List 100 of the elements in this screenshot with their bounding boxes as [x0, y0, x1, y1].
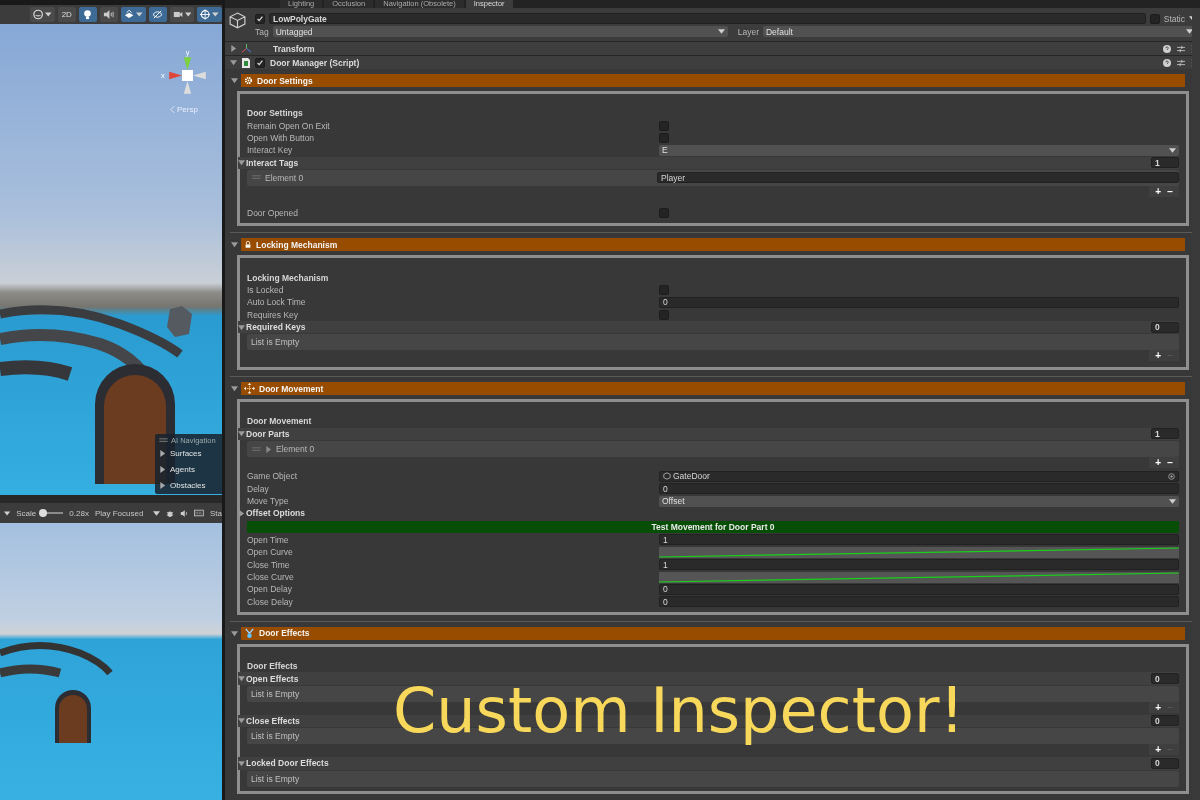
- checkbox[interactable]: [659, 208, 669, 219]
- checkbox[interactable]: [659, 120, 669, 131]
- foldout-triangle-icon[interactable]: [265, 445, 272, 453]
- dropdown[interactable]: E: [659, 144, 1179, 156]
- add-button[interactable]: +: [1155, 185, 1162, 197]
- stats-button[interactable]: Sta: [210, 508, 222, 518]
- scene-toolbar-button[interactable]: [169, 7, 195, 22]
- add-button[interactable]: +: [1155, 457, 1162, 469]
- speaker-icon[interactable]: [180, 508, 189, 518]
- overlay-item[interactable]: Surfaces: [170, 448, 202, 458]
- drag-handle-icon[interactable]: [252, 446, 261, 452]
- foldout-triangle-icon[interactable]: [231, 385, 238, 393]
- field-label: Close Curve: [247, 572, 295, 582]
- add-button[interactable]: +: [1155, 744, 1162, 756]
- presets-icon[interactable]: [1177, 58, 1185, 67]
- field-label: Open Curve: [247, 547, 294, 558]
- target-icon[interactable]: [1168, 472, 1175, 480]
- checkbox[interactable]: [659, 132, 669, 143]
- drag-handle-icon[interactable]: [252, 175, 261, 181]
- foldout-triangle-icon[interactable]: [238, 675, 245, 683]
- play-mode-dropdown[interactable]: Play Focused: [94, 508, 161, 518]
- foldout-triangle-icon[interactable]: [238, 759, 245, 767]
- list-label[interactable]: Door Parts: [246, 428, 290, 439]
- number-field[interactable]: 0: [659, 483, 1179, 495]
- section-header-bar[interactable]: Locking Mechanism: [241, 238, 1185, 252]
- scene-toolbar-button[interactable]: [99, 7, 118, 22]
- static-checkbox[interactable]: [1149, 13, 1160, 24]
- number-field[interactable]: 1: [659, 559, 1179, 571]
- count-field[interactable]: 0: [1151, 757, 1179, 769]
- count-field[interactable]: 0: [1151, 715, 1179, 727]
- add-button[interactable]: +: [1155, 350, 1162, 362]
- number-field[interactable]: 0: [659, 583, 1179, 595]
- scene-toolbar-button[interactable]: 2D: [57, 7, 76, 22]
- layers-icon: [123, 9, 134, 20]
- field-label: Delay: [247, 483, 270, 494]
- field-label: Open Delay: [247, 584, 293, 595]
- overlay-item[interactable]: Agents: [170, 464, 195, 474]
- foldout-triangle-icon[interactable]: [238, 509, 245, 517]
- remove-button[interactable]: −: [1167, 185, 1173, 197]
- object-name-field[interactable]: LowPolyGate: [269, 13, 1146, 24]
- scene-toolbar-button[interactable]: [197, 7, 222, 22]
- axis-label: x: [160, 71, 165, 81]
- foldout-label[interactable]: Offset Options: [246, 508, 306, 519]
- section-header-bar[interactable]: Door Movement: [241, 382, 1185, 396]
- axis-label: y: [185, 48, 190, 58]
- foldout-triangle-icon[interactable]: [238, 159, 245, 167]
- help-icon[interactable]: [1163, 58, 1171, 67]
- curve-field[interactable]: [659, 571, 1179, 583]
- gear-icon: [244, 76, 253, 85]
- foldout-triangle-icon[interactable]: [231, 241, 238, 249]
- tag-dropdown[interactable]: Untagged: [272, 26, 728, 37]
- enabled-checkbox[interactable]: [255, 57, 265, 68]
- scale-value: 0.28x: [69, 508, 89, 518]
- foldout-triangle-icon[interactable]: [238, 323, 245, 331]
- list-label[interactable]: Open Effects: [246, 673, 299, 684]
- list-label[interactable]: Close Effects: [246, 715, 300, 726]
- help-icon[interactable]: [1163, 44, 1171, 53]
- caret-icon: [717, 29, 725, 34]
- list-label[interactable]: Interact Tags: [246, 157, 299, 168]
- foldout-triangle-icon[interactable]: [231, 77, 238, 84]
- list-label[interactable]: Locked Door Effects: [246, 758, 329, 769]
- curve-field[interactable]: [659, 546, 1179, 558]
- scene-toolbar-button[interactable]: [148, 7, 167, 22]
- checkbox[interactable]: [659, 309, 669, 320]
- scene-toolbar-button[interactable]: [30, 7, 55, 22]
- keyboard-icon[interactable]: [194, 509, 204, 517]
- count-field[interactable]: 0: [1151, 673, 1179, 685]
- scene-toolbar-button[interactable]: [78, 7, 97, 22]
- tag-label: Tag: [255, 26, 269, 37]
- number-field[interactable]: 0: [659, 296, 1179, 308]
- camera-icon: [172, 9, 183, 20]
- section-header-bar[interactable]: Door Effects: [241, 627, 1185, 640]
- remove-button[interactable]: −: [1167, 457, 1173, 469]
- presets-icon[interactable]: [1177, 44, 1185, 53]
- count-field[interactable]: 0: [1151, 321, 1179, 333]
- section-header-bar[interactable]: Door Settings: [241, 74, 1185, 87]
- number-field[interactable]: 0: [659, 596, 1179, 608]
- sparkle-icon: [244, 628, 255, 639]
- add-button[interactable]: +: [1155, 701, 1162, 713]
- overlay-item[interactable]: Obstacles: [170, 480, 206, 490]
- script-file-icon: [242, 57, 250, 68]
- group-heading: Door Effects: [247, 660, 299, 673]
- test-movement-button[interactable]: Test Movement for Door Part 0: [247, 520, 1179, 533]
- object-field[interactable]: GateDoor: [659, 470, 1179, 482]
- foldout-triangle-icon[interactable]: [238, 430, 245, 438]
- caret-icon: [184, 12, 192, 17]
- number-field[interactable]: 1: [659, 534, 1179, 546]
- text-field[interactable]: Player: [657, 172, 1179, 184]
- active-checkbox[interactable]: [255, 13, 265, 24]
- foldout-triangle-icon[interactable]: [238, 717, 245, 725]
- count-field[interactable]: 1: [1151, 157, 1179, 169]
- scene-toolbar-button[interactable]: [120, 7, 146, 22]
- foldout-triangle-icon[interactable]: [231, 630, 238, 637]
- drag-handle-icon[interactable]: [159, 438, 168, 443]
- checkbox[interactable]: [659, 284, 669, 295]
- group-heading: Locking Mechanism: [247, 271, 330, 284]
- count-field[interactable]: 1: [1151, 428, 1179, 440]
- dropdown[interactable]: Offset: [659, 495, 1179, 507]
- slider-thumb[interactable]: [39, 509, 48, 517]
- list-label[interactable]: Required Keys: [246, 322, 306, 333]
